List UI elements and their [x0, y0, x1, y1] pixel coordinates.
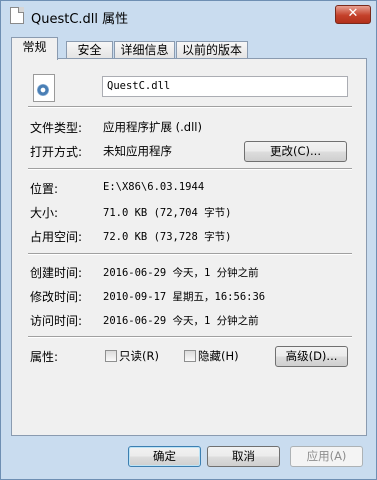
size-on-disk-label: 占用空间: [30, 230, 83, 244]
created-label: 创建时间: [30, 266, 83, 280]
divider [28, 253, 352, 255]
hidden-checkbox[interactable] [184, 350, 196, 362]
size-label: 大小: [30, 206, 59, 220]
location-label: 位置: [30, 182, 59, 196]
properties-window: QuestC.dll 属性 ✕ 常规 安全 详细信息 以前的版本 QuestC.… [0, 0, 377, 480]
divider [28, 336, 352, 338]
readonly-label[interactable]: 只读(R) [119, 348, 159, 364]
title-bar[interactable]: QuestC.dll 属性 ✕ [1, 1, 376, 31]
tab-details[interactable]: 详细信息 [114, 41, 175, 59]
ok-button[interactable]: 确定 [128, 446, 201, 467]
opens-with-label: 打开方式: [30, 145, 83, 159]
attributes-label: 属性: [30, 350, 59, 364]
window-title: QuestC.dll 属性 [31, 12, 129, 27]
accessed-value: 2016-06-29 今天，1 分钟之前 [103, 315, 259, 327]
tab-previous-versions[interactable]: 以前的版本 [176, 41, 248, 59]
accessed-label: 访问时间: [30, 314, 83, 328]
tab-general[interactable]: 常规 [11, 37, 58, 60]
gear-icon [37, 84, 49, 96]
advanced-button[interactable]: 高级(D)... [275, 346, 348, 367]
modified-value: 2010-09-17 星期五，16:56:36 [103, 291, 266, 303]
close-icon[interactable]: ✕ [335, 5, 371, 24]
file-type-value: 应用程序扩展 (.dll) [103, 120, 202, 134]
dll-file-icon [10, 7, 24, 24]
general-panel: QuestC.dll 文件类型: 应用程序扩展 (.dll) 打开方式: 未知应… [11, 58, 367, 436]
dll-file-icon [33, 74, 55, 102]
divider [28, 106, 352, 108]
readonly-checkbox[interactable] [105, 350, 117, 362]
size-value: 71.0 KB (72,704 字节) [103, 207, 232, 219]
tab-security[interactable]: 安全 [66, 41, 113, 59]
change-button[interactable]: 更改(C)... [244, 141, 347, 162]
file-name-field[interactable]: QuestC.dll [102, 76, 348, 97]
cancel-button[interactable]: 取消 [207, 446, 280, 467]
opens-with-value: 未知应用程序 [103, 144, 172, 158]
divider [28, 168, 352, 170]
file-type-label: 文件类型: [30, 121, 83, 135]
size-on-disk-value: 72.0 KB (73,728 字节) [103, 231, 232, 243]
location-value: E:\X86\6.03.1944 [103, 181, 205, 193]
modified-label: 修改时间: [30, 290, 83, 304]
created-value: 2016-06-29 今天，1 分钟之前 [103, 267, 259, 279]
hidden-label[interactable]: 隐藏(H) [198, 348, 239, 364]
apply-button[interactable]: 应用(A) [290, 446, 363, 467]
